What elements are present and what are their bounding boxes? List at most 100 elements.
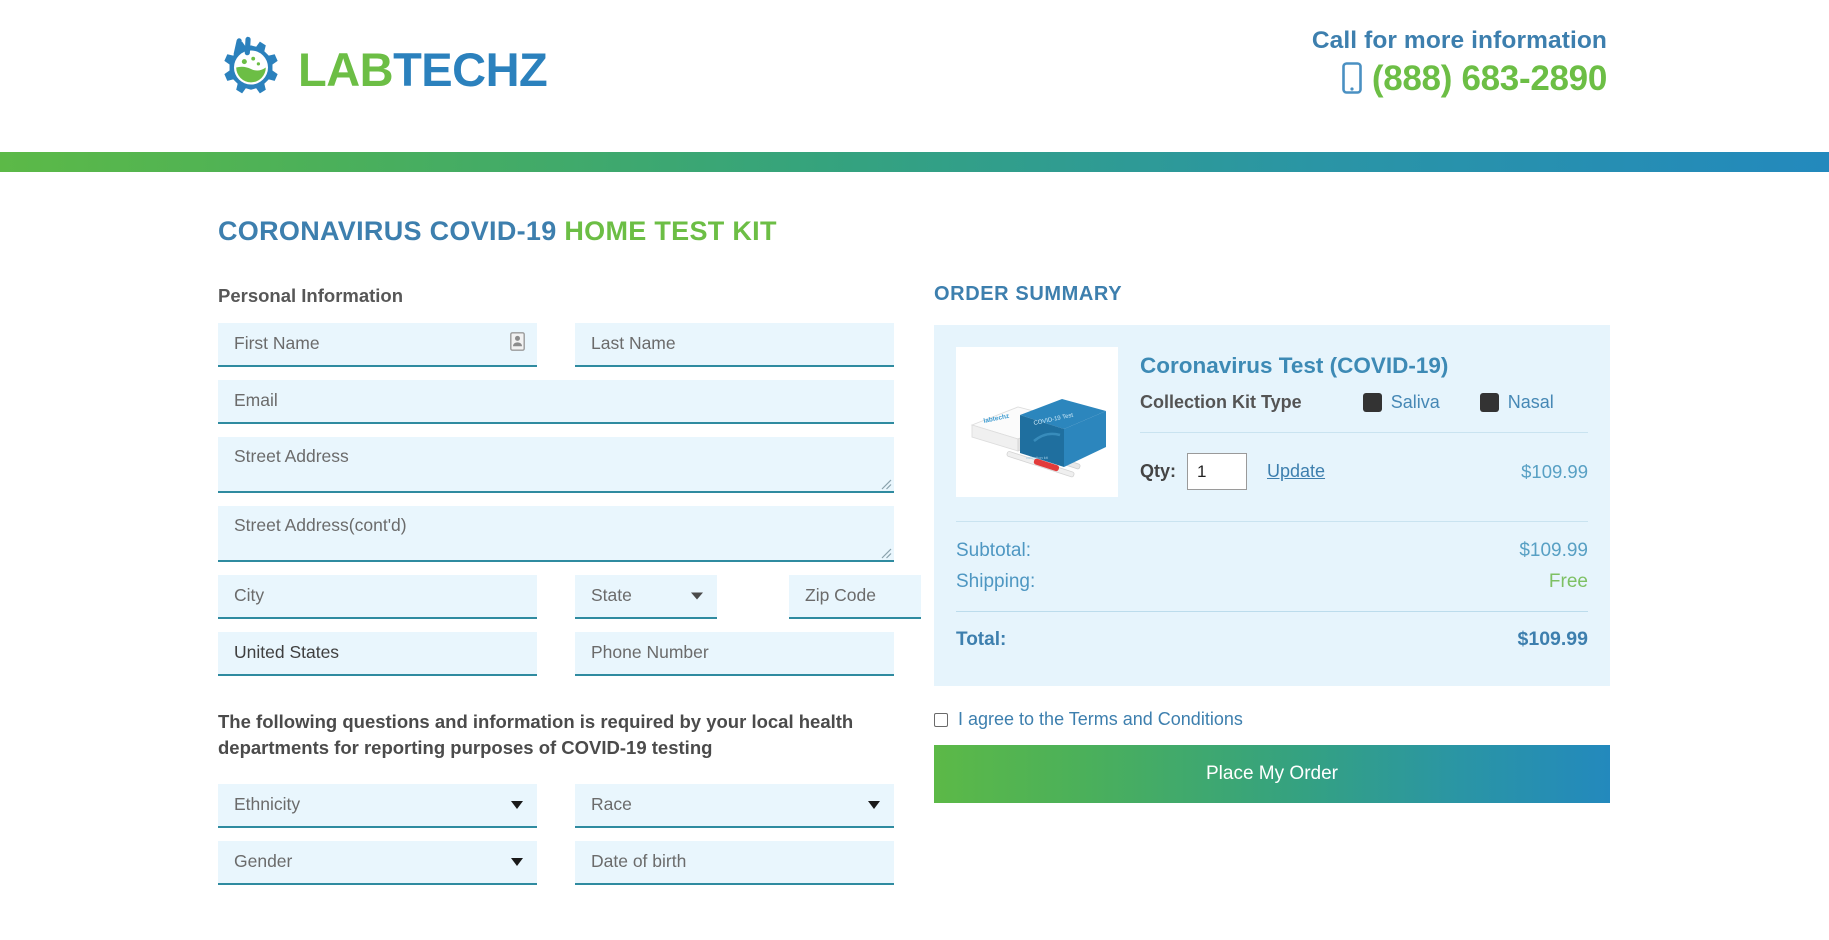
phone-number-placeholder: Phone Number — [591, 642, 709, 663]
gender-select[interactable]: Gender — [218, 840, 537, 885]
gender-dob-row: Gender Date of birth — [218, 840, 894, 885]
place-my-order-button[interactable]: Place My Order — [934, 745, 1610, 803]
collection-kit-type-label: Collection Kit Type — [1140, 392, 1302, 412]
state-placeholder: State — [591, 585, 632, 606]
phone-number: (888) 683-2890 — [1371, 58, 1607, 98]
site-header: LABTECHZ Call for more information (888)… — [0, 0, 1829, 152]
page-title: CORONAVIRUS COVID-19 HOME TEST KIT — [218, 216, 1607, 247]
first-name-placeholder: First Name — [234, 333, 320, 354]
shipping-label: Shipping: — [956, 571, 1036, 592]
first-name-input[interactable]: First Name — [218, 323, 537, 367]
logo-wordmark: LABTECHZ — [298, 42, 548, 96]
call-title: Call for more information — [1311, 27, 1607, 54]
email-input[interactable]: Email — [218, 380, 894, 424]
site-logo[interactable]: LABTECHZ — [214, 32, 548, 106]
ethnicity-race-row: Ethnicity Race — [218, 783, 894, 828]
street-address-row: Street Address — [218, 437, 894, 493]
zip-code-input[interactable]: Zip Code — [789, 575, 921, 619]
kit-option-nasal[interactable]: Nasal — [1479, 392, 1554, 413]
product-name: Coronavirus Test (COVID-19) — [1140, 353, 1449, 378]
state-select[interactable]: State — [575, 575, 717, 619]
street-address-2-row: Street Address(cont'd) — [218, 506, 894, 562]
logo-text-techz: TECHZ — [393, 42, 548, 96]
quantity-input[interactable]: 1 — [1187, 453, 1247, 490]
shipping-value: Free — [1548, 571, 1588, 592]
terms-checkbox[interactable] — [934, 712, 948, 727]
race-select[interactable]: Race — [575, 783, 894, 828]
last-name-input[interactable]: Last Name — [575, 323, 894, 367]
street-address-2-textarea[interactable]: Street Address(cont'd) — [218, 506, 894, 562]
total-row: Total: $109.99 — [956, 628, 1588, 651]
contact-autofill-icon[interactable] — [510, 332, 525, 356]
gear-flask-icon — [214, 32, 288, 106]
svg-text:collection kit: collection kit — [1026, 455, 1049, 460]
email-row: Email — [218, 380, 894, 424]
logo-text-lab: LAB — [298, 42, 394, 96]
race-placeholder: Race — [591, 793, 632, 814]
country-value: United States — [234, 642, 340, 663]
chevron-down-icon — [511, 857, 523, 866]
quantity-row: Qty: 1 Update $109.99 — [1140, 453, 1588, 490]
collection-kit-type-row: Collection Kit Type Saliva Nasal — [1140, 392, 1588, 413]
content-columns: Personal Information First Name Last Nam… — [218, 283, 1610, 898]
shipping-row: Shipping: Free — [956, 571, 1588, 593]
name-row: First Name Last Name — [218, 323, 894, 367]
phone-number-input[interactable]: Phone Number — [575, 632, 894, 676]
street-address-placeholder: Street Address — [234, 446, 349, 466]
kit-option-saliva[interactable]: Saliva — [1362, 392, 1440, 413]
checkbox-saliva-icon[interactable] — [1362, 393, 1382, 412]
mobile-phone-icon — [1342, 62, 1362, 94]
page-content: CORONAVIRUS COVID-19 HOME TEST KIT Perso… — [0, 172, 1829, 898]
quantity-label: Qty: — [1140, 461, 1176, 481]
total-value: $109.99 — [1517, 628, 1589, 650]
gender-placeholder: Gender — [234, 850, 293, 871]
health-department-notice: The following questions and information … — [218, 711, 854, 759]
page-title-blue: CORONAVIRUS COVID-19 — [218, 216, 557, 246]
resize-handle-icon[interactable] — [880, 546, 892, 559]
chevron-down-icon — [511, 800, 523, 809]
order-line-item: labtechz COVID-19 Test collection kit Co… — [956, 347, 1588, 497]
zip-code-placeholder: Zip Code — [805, 585, 877, 606]
city-input[interactable]: City — [218, 575, 537, 619]
line-item-price: $109.99 — [1521, 460, 1588, 482]
update-quantity-link[interactable]: Update — [1267, 461, 1325, 482]
phone-number-link[interactable]: (888) 683-2890 — [1312, 61, 1607, 96]
total-label: Total: — [956, 629, 1007, 650]
chevron-down-icon — [868, 800, 880, 809]
brand-gradient-divider — [0, 152, 1829, 172]
city-placeholder: City — [234, 585, 265, 606]
subtotal-row: Subtotal: $109.99 — [956, 540, 1588, 562]
order-summary-heading: ORDER SUMMARY — [934, 283, 1123, 305]
street-address-2-placeholder: Street Address(cont'd) — [234, 515, 407, 535]
terms-and-conditions-row[interactable]: I agree to the Terms and Conditions — [934, 709, 1610, 730]
terms-label[interactable]: I agree to the Terms and Conditions — [958, 709, 1243, 730]
date-of-birth-input[interactable]: Date of birth — [575, 840, 894, 885]
kit-option-nasal-label: Nasal — [1507, 392, 1554, 412]
order-summary-panel: ORDER SUMMARY labtechz COVID-19 Test col… — [934, 283, 1610, 803]
personal-information-heading: Personal Information — [218, 285, 404, 306]
ethnicity-placeholder: Ethnicity — [234, 793, 301, 814]
date-of-birth-placeholder: Date of birth — [591, 850, 687, 871]
subtotal-label: Subtotal: — [956, 540, 1031, 561]
ethnicity-select[interactable]: Ethnicity — [218, 783, 537, 828]
email-placeholder: Email — [234, 390, 278, 411]
city-state-zip-row: City State Zip Code — [218, 575, 921, 619]
order-summary-card: labtechz COVID-19 Test collection kit Co… — [934, 325, 1610, 686]
product-image: labtechz COVID-19 Test collection kit — [956, 347, 1118, 497]
personal-information-form: Personal Information First Name Last Nam… — [218, 285, 921, 898]
country-input[interactable]: United States — [218, 632, 537, 676]
call-for-information-block: Call for more information (888) 683-2890 — [1312, 26, 1607, 96]
chevron-down-icon — [691, 592, 703, 600]
kit-option-saliva-label: Saliva — [1390, 392, 1440, 412]
kit-divider — [1140, 432, 1588, 433]
totals-top-divider — [956, 521, 1588, 522]
country-phone-row: United States Phone Number — [218, 632, 894, 676]
resize-handle-icon[interactable] — [880, 477, 892, 490]
product-details: Coronavirus Test (COVID-19) Collection K… — [1140, 347, 1588, 497]
subtotal-value: $109.99 — [1519, 540, 1588, 561]
street-address-textarea[interactable]: Street Address — [218, 437, 894, 493]
last-name-placeholder: Last Name — [591, 333, 676, 354]
page-title-green: HOME TEST KIT — [564, 216, 777, 246]
checkbox-nasal-icon[interactable] — [1479, 393, 1499, 412]
total-divider — [956, 611, 1588, 612]
